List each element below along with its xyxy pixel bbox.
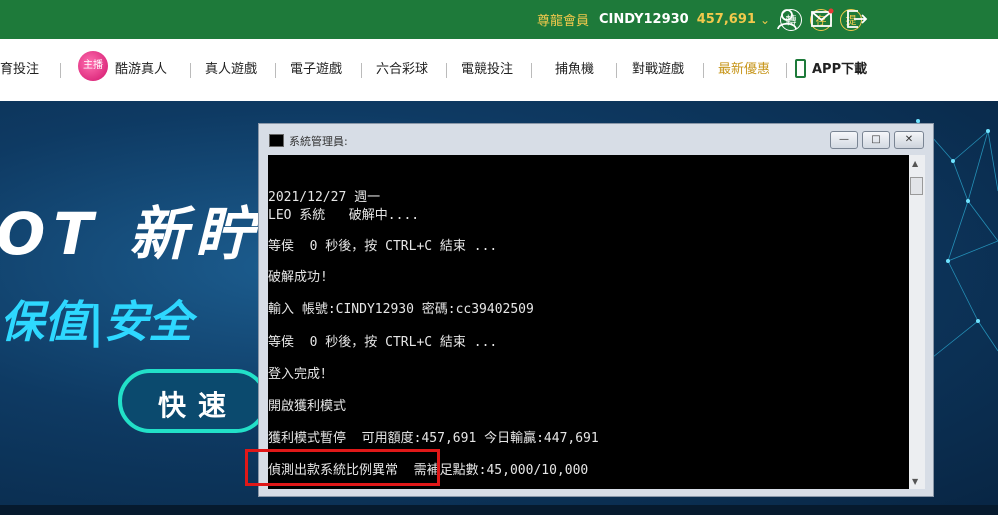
scroll-down-icon[interactable]: ▼ — [912, 477, 918, 486]
nav-item-fishing[interactable]: 捕魚機 — [555, 39, 594, 101]
console-line: 破解成功! — [268, 270, 328, 285]
member-level: 尊龍會員 — [536, 14, 589, 29]
console-line: 獲利模式暫停 可用額度:457,691 今日輸贏:447,691 — [268, 431, 599, 446]
highlight-box — [245, 449, 440, 486]
phone-icon — [795, 59, 806, 78]
console-line: 等侯 0 秒後，按 CTRL+C 結束 ... — [268, 335, 498, 350]
banner-subline: 保值|安全 — [0, 297, 193, 348]
nav-divider — [275, 63, 276, 78]
chevron-down-icon[interactable]: ⌄ — [760, 13, 770, 27]
banner-headline: OT 新眝 — [0, 200, 262, 268]
live-badge-icon: 主播 — [78, 51, 108, 81]
nav-item-card-games[interactable]: 對戰遊戲 — [632, 39, 684, 101]
nav-item-slots[interactable]: 電子遊戲 — [290, 39, 342, 101]
mail-icon[interactable] — [810, 8, 834, 30]
minimize-button[interactable]: — — [830, 131, 858, 149]
logout-icon[interactable] — [845, 8, 869, 30]
console-line: 2021/12/27 週一 — [268, 190, 381, 205]
nav-item-lottery[interactable]: 六合彩球 — [376, 39, 428, 101]
console-icon — [269, 134, 284, 147]
console-line: 等侯 0 秒後，按 CTRL+C 結束 ... — [268, 239, 498, 254]
nav-divider — [616, 63, 617, 78]
maximize-button[interactable]: □ — [862, 131, 890, 149]
footer-strip — [0, 505, 998, 515]
nav-item-esports[interactable]: 電競投注 — [461, 39, 513, 101]
nav-item-promotions[interactable]: 最新優惠 — [718, 39, 770, 101]
user-icon[interactable] — [776, 8, 798, 30]
console-line: LEO 系統 破解中.... — [268, 208, 420, 223]
main-nav: 育投注 主播 酷游真人 真人遊戲 電子遊戲 六合彩球 電競投注 捕魚機 對戰遊戲… — [0, 39, 998, 102]
scroll-up-icon[interactable]: ▲ — [912, 159, 918, 168]
nav-item-app-download[interactable]: APP下載 — [812, 39, 867, 101]
window-title: 系統管理員: — [289, 135, 348, 148]
nav-divider — [446, 63, 447, 78]
nav-item-sports[interactable]: 育投注 — [0, 39, 39, 101]
close-button[interactable]: ✕ — [894, 131, 924, 149]
nav-divider — [531, 63, 532, 78]
balance: 457,691 — [696, 12, 756, 27]
nav-item-live-games[interactable]: 真人遊戲 — [205, 39, 257, 101]
scroll-thumb[interactable] — [910, 177, 923, 195]
username[interactable]: CINDY12930 — [599, 12, 689, 27]
nav-item-ku-live[interactable]: 酷游真人 — [115, 39, 167, 101]
nav-divider — [361, 63, 362, 78]
console-line: 開啟獲利模式 — [268, 399, 347, 414]
console-line: 登入完成！ — [268, 367, 334, 382]
banner-cta-label: 快速 — [158, 389, 239, 422]
nav-divider — [60, 63, 61, 78]
nav-divider — [190, 63, 191, 78]
vertical-scrollbar[interactable]: ▲ ▼ — [909, 155, 925, 489]
nav-divider — [786, 63, 787, 78]
nav-divider — [703, 63, 704, 78]
console-line: 輸入 帳號:CINDY12930 密碼:cc39402509 — [268, 302, 534, 317]
